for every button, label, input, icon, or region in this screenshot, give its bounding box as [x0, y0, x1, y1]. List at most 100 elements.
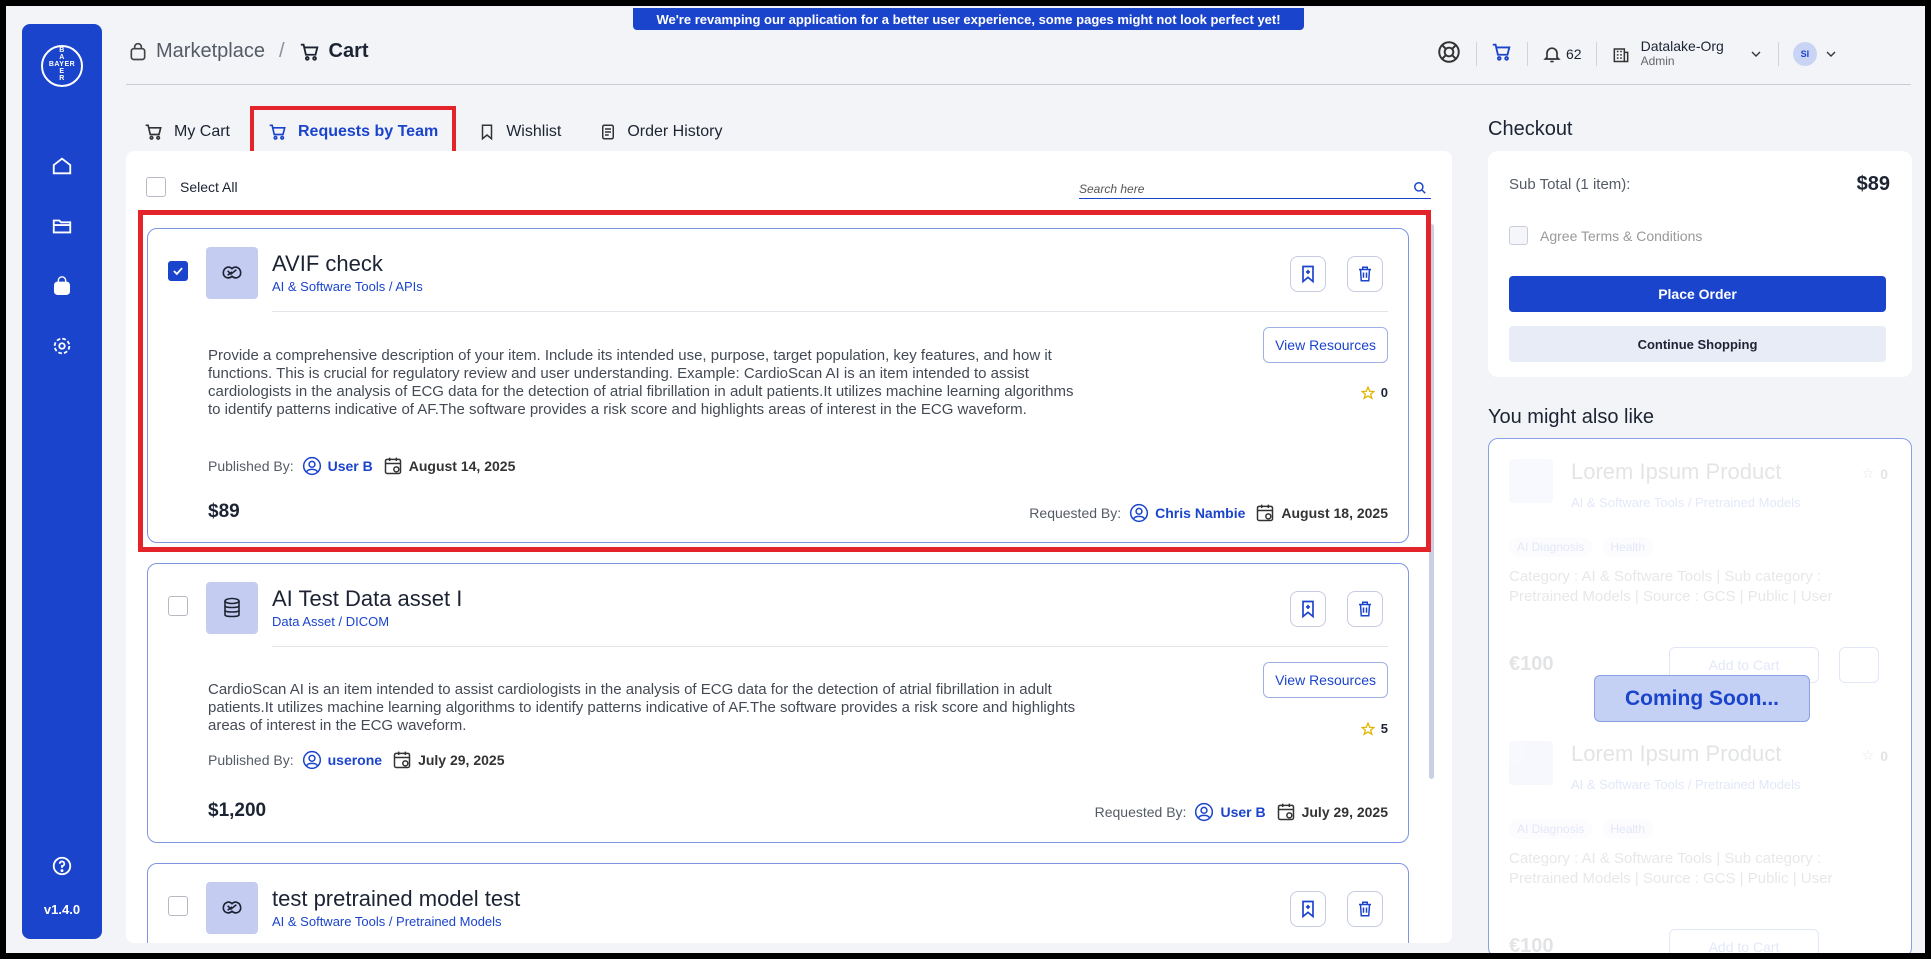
user-icon [302, 456, 321, 476]
document-icon [602, 124, 615, 140]
search-field [1079, 175, 1431, 199]
star-icon: ☆ [1861, 465, 1875, 481]
breadcrumb-marketplace[interactable]: Marketplace [128, 40, 265, 63]
add-to-cart-button: Add to Cart [1669, 929, 1819, 953]
bell-icon [1543, 47, 1561, 63]
published-date: July 29, 2025 [418, 752, 505, 768]
item-title: test pretrained model test [272, 886, 521, 911]
item-checkbox[interactable] [168, 596, 188, 616]
publisher-name[interactable]: userone [328, 752, 382, 768]
view-resources-button[interactable]: View Resources [1263, 662, 1388, 698]
item-category: AI & Software Tools / APIs [272, 279, 423, 294]
trash-icon [1359, 601, 1371, 617]
checkout-panel: Sub Total (1 item): $89 Agree Terms & Co… [1488, 151, 1912, 377]
brain-icon [222, 266, 242, 279]
item-checkbox[interactable] [168, 261, 188, 281]
sidebar-item-home[interactable] [48, 152, 76, 180]
sidebar-item-marketplace[interactable] [48, 272, 76, 300]
announcement-banner: We're revamping our application for a be… [633, 8, 1304, 30]
item-category: AI & Software Tools / Pretrained Models [272, 914, 502, 929]
item-description: CardioScan AI is an item intended to ass… [208, 681, 1076, 734]
item-thumbnail [1509, 741, 1553, 785]
search-input[interactable] [1079, 175, 1399, 197]
continue-shopping-button[interactable]: Continue Shopping [1509, 326, 1886, 362]
delete-button[interactable] [1347, 256, 1383, 292]
shopping-bag-icon [130, 42, 146, 60]
select-all[interactable]: Select All [146, 177, 238, 197]
delete-button[interactable] [1347, 591, 1383, 627]
item-price: $89 [208, 501, 240, 522]
sidebar-item-folders[interactable] [48, 212, 76, 240]
bookmark-add-icon [1302, 900, 1314, 919]
calendar-icon [393, 751, 411, 769]
item-category: Data Asset / DICOM [272, 614, 390, 629]
requester-name[interactable]: User B [1220, 804, 1265, 820]
place-order-button[interactable]: Place Order [1509, 276, 1886, 312]
logo-text-vertical: B A Y E R [59, 47, 65, 82]
view-resources-button[interactable]: View Resources [1263, 327, 1388, 363]
header-actions: 62 Datalake-Org Admin SI [1436, 39, 1839, 69]
requested-date: August 18, 2025 [1281, 505, 1388, 521]
item-title: AVIF check [272, 251, 383, 276]
requester-name[interactable]: Chris Nambie [1155, 505, 1245, 521]
item-checkbox[interactable] [168, 896, 188, 916]
item-description: Category : AI & Software Tools | Sub cat… [1509, 850, 1833, 887]
user-icon [302, 750, 321, 770]
item-thumbnail [1509, 459, 1553, 503]
sidebar-item-settings[interactable] [48, 332, 76, 360]
search-icon[interactable] [1413, 181, 1427, 195]
cart-icon [269, 124, 286, 140]
tag: AI Diagnosis [1509, 819, 1593, 839]
item-price: €100 [1509, 653, 1554, 675]
support-button[interactable] [1436, 39, 1462, 70]
user-menu[interactable]: SI [1792, 42, 1839, 66]
sidebar-item-help[interactable] [48, 852, 76, 880]
notifications-button[interactable]: 62 [1542, 44, 1582, 64]
bookmark-add-icon [1302, 265, 1314, 284]
bookmark-button[interactable] [1290, 256, 1326, 292]
select-all-checkbox[interactable] [146, 177, 166, 197]
requested-date: July 29, 2025 [1301, 804, 1388, 820]
item-description: Provide a comprehensive description of y… [208, 347, 1074, 418]
calendar-icon [1257, 504, 1274, 522]
card-divider [272, 646, 1388, 647]
item-title: Lorem Ipsum Product [1571, 459, 1782, 484]
bookmark-button[interactable] [1290, 591, 1326, 627]
user-icon [1130, 503, 1149, 523]
shopping-bag-icon [53, 276, 71, 295]
header-divider [1595, 42, 1597, 66]
org-switcher[interactable]: Datalake-Org Admin [1611, 39, 1764, 69]
item-category: AI & Software Tools / Pretrained Models [1571, 495, 1801, 510]
recommendations-title: You might also like [1488, 406, 1655, 428]
tag-list: AI Diagnosis Health [1509, 819, 1654, 839]
published-by: Published By: User B August 14, 2025 [208, 456, 516, 476]
delete-button[interactable] [1347, 891, 1383, 927]
requested-by: Requested By: User B July 29, 2025 [1094, 802, 1388, 822]
item-description: Category : AI & Software Tools | Sub cat… [1509, 568, 1833, 605]
sidebar: BAYER B A Y E R v1.4.0 [22, 24, 102, 939]
subtotal-value: $89 [1856, 173, 1890, 195]
item-rating: 0 [1360, 385, 1388, 400]
bookmark-add-icon [1302, 600, 1314, 619]
publisher-name[interactable]: User B [328, 458, 373, 474]
tag: Health [1602, 537, 1654, 557]
cart-button[interactable] [1491, 41, 1513, 68]
item-title: Lorem Ipsum Product [1571, 741, 1782, 766]
app-window: We're revamping our application for a be… [6, 6, 1925, 953]
item-thumbnail [206, 882, 258, 934]
help-icon [52, 856, 72, 876]
published-by: Published By: userone July 29, 2025 [208, 750, 505, 770]
calendar-icon [1277, 803, 1294, 821]
scrollbar[interactable] [1429, 224, 1434, 779]
agree-terms[interactable]: Agree Terms & Conditions [1509, 226, 1702, 245]
published-date: August 14, 2025 [408, 458, 516, 474]
org-info: Datalake-Org Admin [1641, 39, 1724, 69]
building-icon [1613, 48, 1628, 63]
bayer-logo[interactable]: BAYER B A Y E R [41, 45, 83, 87]
bookmark-button[interactable] [1290, 891, 1326, 927]
item-category: AI & Software Tools / Pretrained Models [1571, 777, 1801, 792]
star-icon: ☆ [1861, 747, 1875, 763]
item-title: AI Test Data asset I [272, 586, 463, 611]
tag: Health [1602, 819, 1654, 839]
agree-terms-checkbox[interactable] [1509, 226, 1528, 245]
